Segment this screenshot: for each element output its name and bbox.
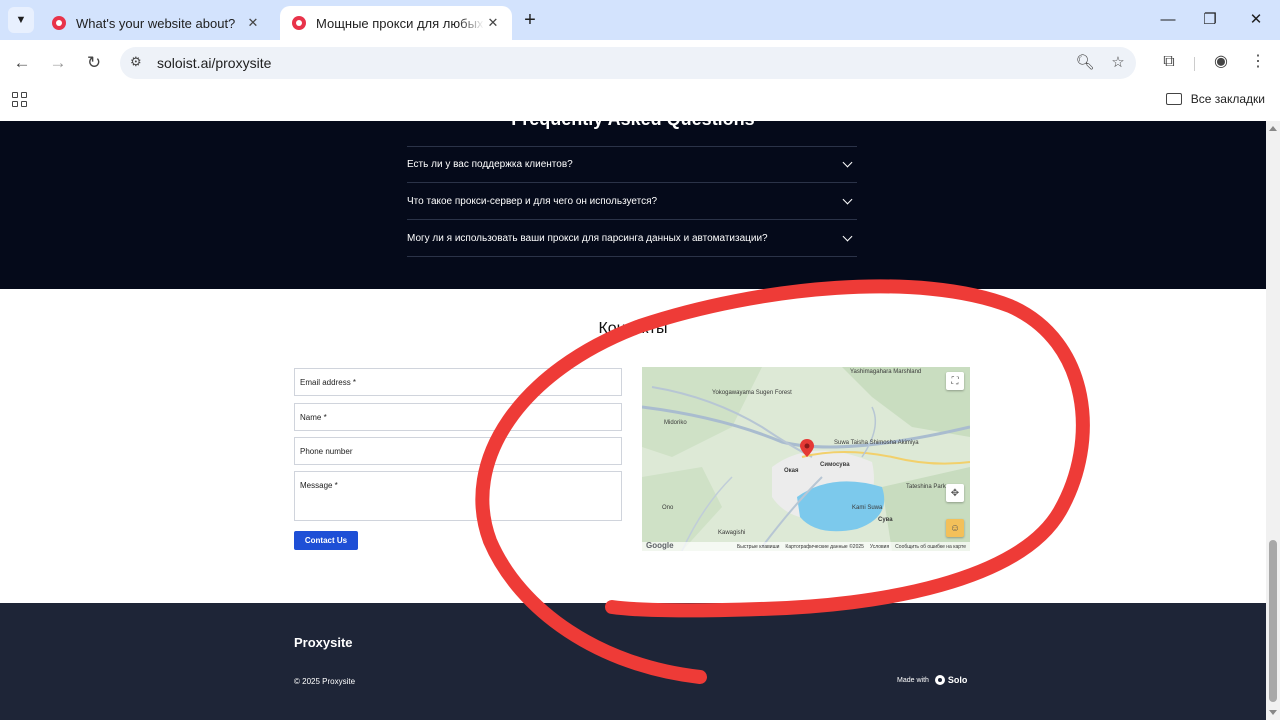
star-icon[interactable]: ☆ [1107,52,1129,74]
scrollbar-thumb[interactable] [1269,540,1277,702]
google-logo: Google [646,541,674,550]
message-field[interactable]: Message * [294,471,622,521]
all-bookmarks-label: Все закладки [1190,92,1265,106]
solo-logo-icon [934,675,945,685]
menu-icon[interactable]: ⋮ [1246,50,1270,74]
chevron-down-icon [842,231,853,241]
tab-search-button[interactable]: ▼ [8,7,34,33]
map-report-link[interactable]: Сообщить об ошибке на карте [895,544,966,550]
scroll-down-icon[interactable] [1269,710,1277,715]
fullscreen-icon[interactable]: ⛶ [946,372,964,390]
tab-strip: ▼ What's your website about? ✕ Мощные пр… [0,0,1280,40]
faq-item-scraping[interactable]: Могу ли я использовать ваши прокси для п… [407,220,857,256]
faq-question: Могу ли я использовать ваши прокси для п… [407,232,768,244]
google-map[interactable]: Yashimagahara Marshland Yokogawayama Sug… [642,367,970,551]
footer-brand[interactable]: Proxysite [294,635,353,650]
scroll-up-icon[interactable] [1269,126,1277,131]
map-place-label: Suwa Taisha Shimosha Akimiya [834,440,919,446]
name-field[interactable]: Name * [294,403,622,431]
email-field[interactable]: Email address * [294,368,622,396]
map-terms-link[interactable]: Условия [870,544,889,550]
map-shortcuts-link[interactable]: Быстрые клавиши [737,544,779,550]
zoom-icon[interactable]: 🔍︎ [1074,52,1096,74]
made-with-solo-link[interactable]: Made with Solo [897,675,967,685]
map-place-label: Midoriko [664,420,687,426]
faq-item-what-is-proxy[interactable]: Что такое прокси-сервер и для чего он ис… [407,183,857,219]
all-bookmarks-button[interactable]: Все закладки [1165,92,1265,106]
map-place-label: Yashimagahara Marshland [850,369,922,375]
tab-proxies[interactable]: Мощные прокси для любых задач ✕ [280,6,512,40]
contact-us-button[interactable]: Contact Us [294,531,358,550]
tab-website-about[interactable]: What's your website about? ✕ [40,6,272,40]
message-field-label: Message * [300,481,338,490]
url-text[interactable]: soloist.ai/proxysite [157,55,271,71]
page-viewport: Frequently Asked Questions Есть ли у вас… [0,121,1266,720]
chevron-down-icon [842,194,853,204]
map-terrain [642,367,970,551]
toolbar-divider [1194,57,1195,71]
name-field-label: Name * [300,412,327,422]
forward-icon[interactable]: → [45,50,71,76]
close-window-icon[interactable]: ✕ [1233,8,1279,32]
bookmarks-bar: Все закладки [0,86,1280,121]
footer-copyright: © 2025 Proxysite [294,677,356,686]
map-place-label: Yokogawayama Sugen Forest [712,390,792,396]
profile-icon[interactable]: ◉ [1209,50,1233,74]
restore-icon[interactable]: ❐ [1187,8,1233,32]
faq-item-support[interactable]: Есть ли у вас поддержка клиентов? [407,146,857,182]
faq-section: Frequently Asked Questions Есть ли у вас… [0,121,1266,289]
faq-question: Есть ли у вас поддержка клиентов? [407,158,573,170]
map-place-label: Kami Suwa [852,505,883,511]
browser-toolbar: ← → ↻ ⚙ soloist.ai/proxysite 🔍︎ ☆ ⧉ ◉ ⋮ [0,40,1280,86]
map-place-label: Tateshina Park [906,484,946,490]
close-tab-icon[interactable]: ✕ [484,15,502,31]
phone-field-label: Phone number [300,446,353,456]
contacts-title: Контакты [598,320,668,337]
map-attribution: Быстрые клавиши Картографические данные … [642,542,970,551]
phone-field[interactable]: Phone number [294,437,622,465]
map-place-label: Окая [784,468,799,474]
email-field-label: Email address * [300,377,357,387]
address-bar[interactable]: ⚙ soloist.ai/proxysite 🔍︎ ☆ [120,47,1136,79]
extensions-icon[interactable]: ⧉ [1157,50,1181,74]
browser-window: ▼ What's your website about? ✕ Мощные пр… [0,0,1280,720]
folder-icon [1165,93,1182,105]
pegman-icon[interactable]: ☺ [946,519,964,537]
back-icon[interactable]: ← [9,50,35,76]
map-pan-icon[interactable]: ✥ [946,484,964,502]
page-scrollbar[interactable] [1266,121,1280,720]
made-with-label: Made with [897,676,929,684]
map-place-label: Kawagishi [718,530,746,536]
tab-title: What's your website about? [76,15,236,31]
map-data-label: Картографические данные ©2025 [785,543,864,550]
site-footer: Proxysite © 2025 Proxysite Made with Sol… [0,603,1266,720]
reload-icon[interactable]: ↻ [81,50,107,76]
faq-divider [407,256,857,257]
chevron-down-icon [842,157,853,167]
solo-label: Solo [947,675,968,685]
tab-title: Мощные прокси для любых задач [316,15,484,31]
soloist-favicon-icon [52,16,66,30]
new-tab-icon[interactable]: + [518,8,542,32]
faq-question: Что такое прокси-сервер и для чего он ис… [407,195,658,207]
site-info-icon[interactable]: ⚙ [130,54,142,70]
map-place-label: Сува [878,517,893,523]
apps-grid-icon[interactable] [12,92,30,110]
map-place-label: Ono [662,505,674,511]
soloist-favicon-icon [292,16,306,30]
minimize-icon[interactable]: — [1145,8,1191,32]
close-tab-icon[interactable]: ✕ [244,15,262,31]
map-place-label: Симосува [820,462,850,468]
chevron-down-icon: ▼ [15,14,27,26]
faq-title: Frequently Asked Questions [0,121,1266,130]
map-pin-icon[interactable] [800,439,814,457]
